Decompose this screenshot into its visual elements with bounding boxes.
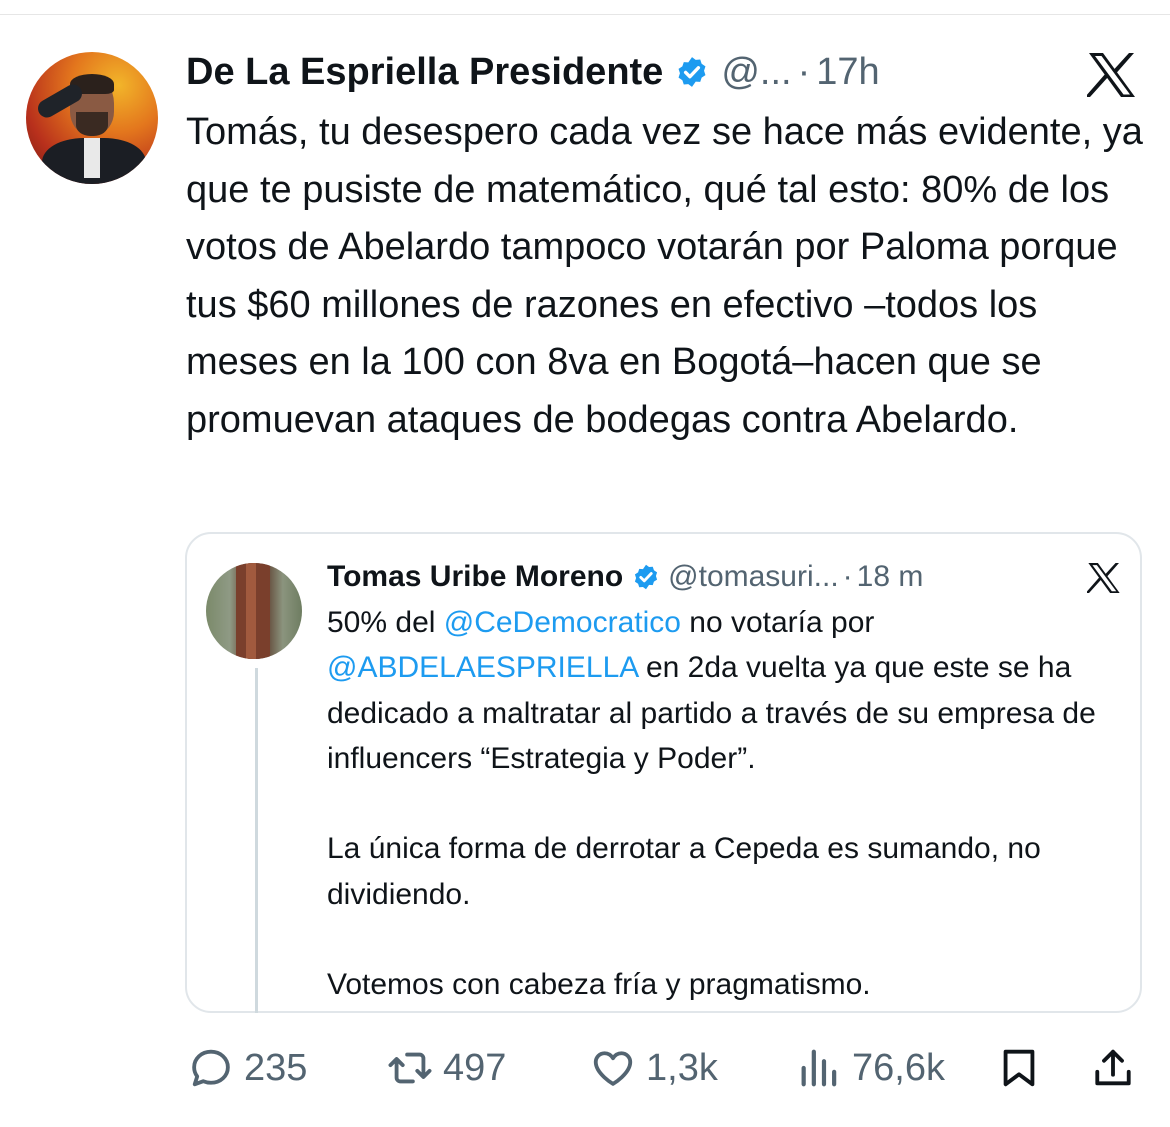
tweet-actions-bar: 235 497 1,3k 76,6k xyxy=(0,1035,1170,1101)
quoted-tweet-time[interactable]: 18 m xyxy=(857,560,924,594)
reply-count: 235 xyxy=(244,1046,308,1089)
reply-button[interactable]: 235 xyxy=(188,1035,307,1101)
x-logo-icon xyxy=(1087,563,1120,593)
quoted-paragraph-2: La única forma de derrotar a Cepeda es s… xyxy=(327,832,1041,911)
quoted-author-name[interactable]: Tomas Uribe Moreno xyxy=(327,560,623,594)
reply-icon xyxy=(192,1049,230,1087)
views-button[interactable]: 76,6k xyxy=(796,1035,945,1101)
tweet-text: Tomás, tu desespero cada vez se hace más… xyxy=(186,111,1143,441)
bookmark-button[interactable] xyxy=(996,1035,1042,1101)
header-separator: · xyxy=(797,50,811,93)
mention-link-cedemocratico[interactable]: @CeDemocratico xyxy=(444,606,681,639)
bookmark-icon xyxy=(1003,1049,1035,1087)
views-count: 76,6k xyxy=(852,1046,945,1089)
quoted-author-handle[interactable]: @tomasuri... xyxy=(668,560,839,594)
quoted-text-span: no votaría por xyxy=(680,606,875,639)
quoted-tweet-card[interactable]: Tomas Uribe Moreno @tomasuri... · 18 m 5… xyxy=(185,532,1142,1013)
repost-icon xyxy=(388,1052,432,1084)
quoted-tweet-header: Tomas Uribe Moreno @tomasuri... · 18 m xyxy=(327,556,923,598)
tweet-header: De La Espriella Presidente @... · 17h xyxy=(186,44,880,100)
top-divider xyxy=(0,14,1170,15)
mention-link-abdelaespriella[interactable]: @ABDELAESPRIELLA xyxy=(327,651,638,684)
share-icon xyxy=(1095,1049,1131,1086)
quoted-paragraph-1: 50% del @CeDemocratico no votaría por @A… xyxy=(327,600,1127,781)
quoted-text-span: 50% del xyxy=(327,606,444,639)
like-button[interactable]: 1,3k xyxy=(590,1035,718,1101)
quoted-header-separator: · xyxy=(842,560,853,593)
author-avatar[interactable] xyxy=(26,52,158,184)
like-count: 1,3k xyxy=(646,1046,718,1089)
verified-badge-icon xyxy=(678,57,706,87)
repost-button[interactable]: 497 xyxy=(387,1035,506,1101)
verified-badge-icon xyxy=(635,564,658,590)
thread-line xyxy=(255,668,258,1013)
repost-count: 497 xyxy=(443,1046,507,1089)
x-logo-icon xyxy=(1087,53,1135,97)
quoted-tweet-text: 50% del @CeDemocratico no votaría por @A… xyxy=(327,600,1127,1008)
author-name[interactable]: De La Espriella Presidente xyxy=(186,51,663,94)
quoted-author-avatar[interactable] xyxy=(206,563,302,659)
heart-icon xyxy=(593,1051,633,1086)
views-icon xyxy=(801,1049,837,1087)
share-button[interactable] xyxy=(1090,1035,1136,1101)
quoted-paragraph-3: Votemos con cabeza fría y pragmatismo. xyxy=(327,968,871,1002)
author-handle[interactable]: @... xyxy=(721,51,791,94)
tweet-time[interactable]: 17h xyxy=(816,51,879,94)
